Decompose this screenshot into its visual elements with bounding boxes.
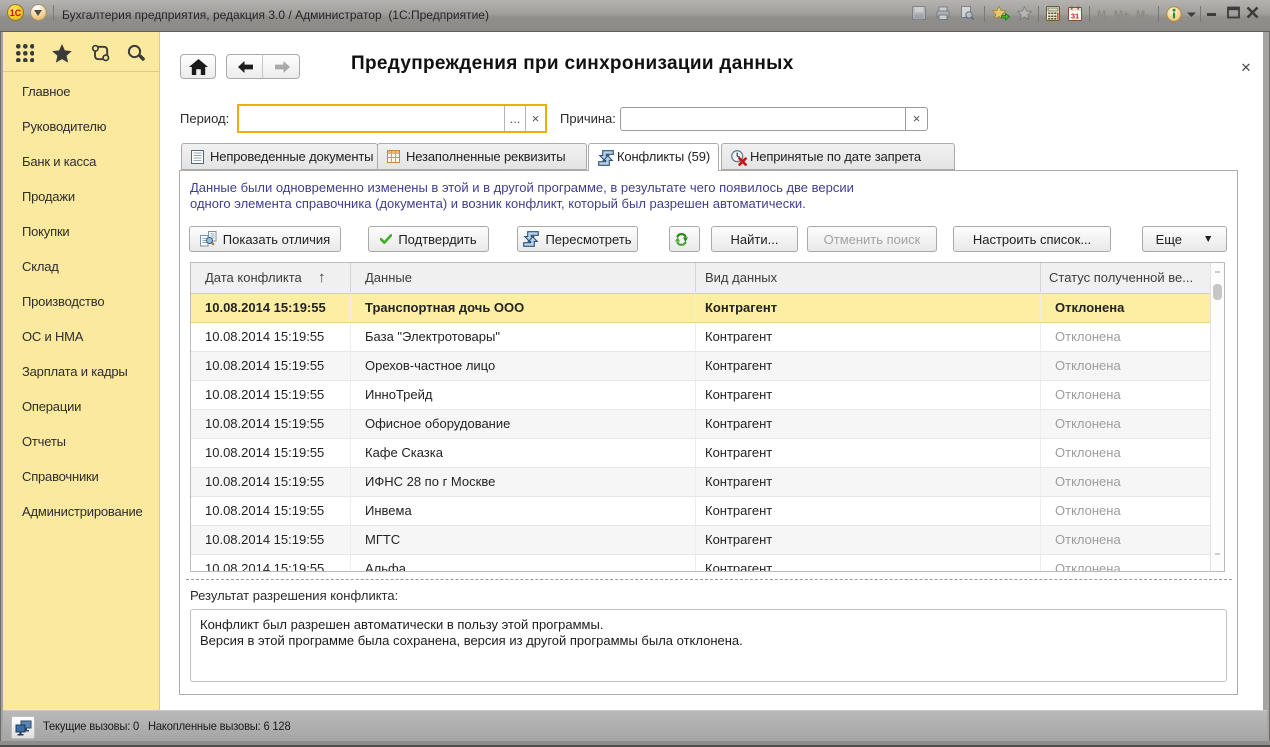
svg-text:31: 31	[1071, 12, 1079, 21]
